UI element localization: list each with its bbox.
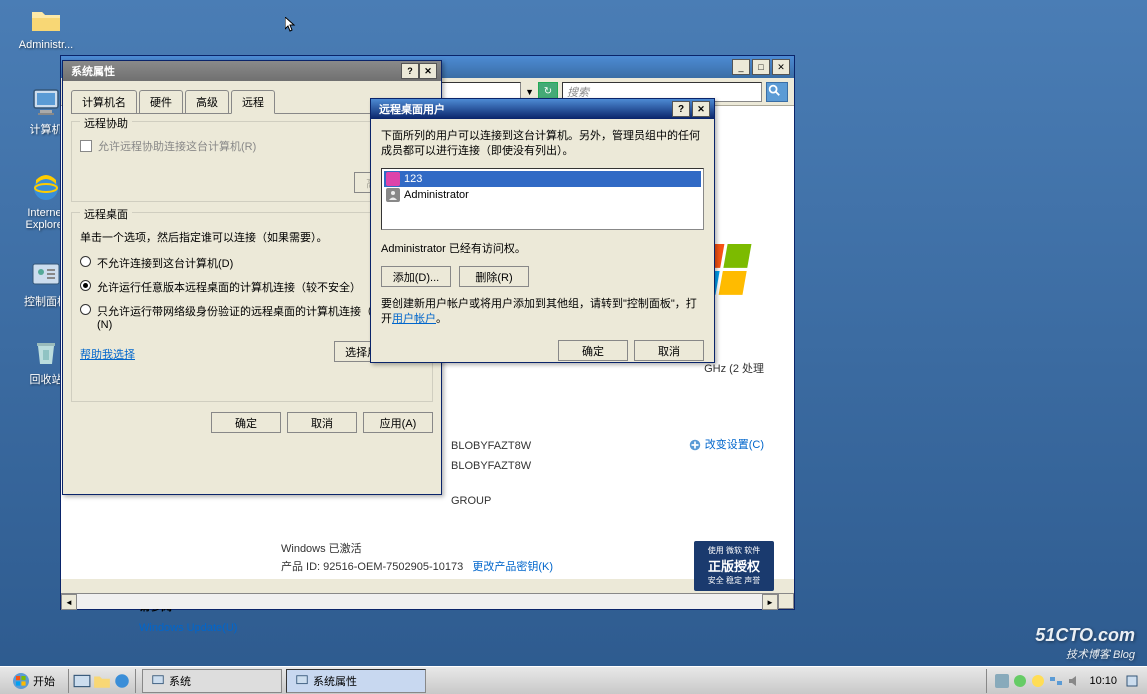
tray-icon[interactable] (1031, 674, 1045, 688)
users-listbox[interactable]: 123 Administrator (381, 168, 704, 230)
checkbox-icon (80, 140, 92, 152)
computer-icon (295, 674, 309, 688)
search-button[interactable] (766, 82, 788, 102)
remove-button[interactable]: 删除(R) (459, 266, 529, 287)
windows-logo-icon (13, 673, 29, 689)
computer-icon (151, 674, 165, 688)
help-button[interactable]: ? (672, 101, 690, 117)
watermark: 51CTO.com 技术博客 Blog (1035, 625, 1135, 662)
tab-hardware[interactable]: 硬件 (139, 90, 183, 113)
recycle-icon (30, 336, 62, 368)
product-id: 产品 ID: 92516-OEM-7502905-10173 更改产品密钥(K) (281, 558, 553, 574)
tray-icon[interactable] (1013, 674, 1027, 688)
sysprops-titlebar[interactable]: 系统属性 ? ✕ (63, 61, 441, 81)
dialog-buttons: 确定 取消 应用(A) (71, 412, 433, 433)
ok-button[interactable]: 确定 (211, 412, 281, 433)
apply-button[interactable]: 应用(A) (363, 412, 433, 433)
user-icon (386, 188, 400, 202)
tab-computer-name[interactable]: 计算机名 (71, 90, 137, 113)
clock[interactable]: 10:10 (1085, 675, 1121, 687)
tray-icon[interactable] (995, 674, 1009, 688)
cancel-button[interactable]: 取消 (287, 412, 357, 433)
user-accounts-link[interactable]: 用户帐户 (392, 313, 436, 325)
list-item[interactable]: 123 (384, 171, 701, 187)
folder-icon (30, 4, 62, 36)
create-user-note: 要创建新用户帐户或将用户添加到其他组，请转到"控制面板"，打开用户帐户。 (381, 297, 704, 328)
show-desktop-icon[interactable] (73, 672, 91, 690)
genuine-badge: 使用 微软 软件 正版授权 安全 稳定 声誉 (694, 541, 774, 591)
icon-label: Administr... (16, 39, 76, 51)
ie-icon[interactable] (113, 672, 131, 690)
dialog-title: 远程桌面用户 (375, 101, 672, 117)
computer-icon (30, 86, 62, 118)
cursor-icon (285, 17, 297, 33)
user-icon (386, 172, 400, 186)
close-button[interactable]: ✕ (772, 59, 790, 75)
network-icon[interactable] (1049, 674, 1063, 688)
access-status: Administrator 已经有访问权。 (381, 240, 704, 256)
list-item[interactable]: Administrator (384, 187, 701, 203)
close-button[interactable]: ✕ (419, 63, 437, 79)
minimize-button[interactable]: _ (732, 59, 750, 75)
taskbar-item-system[interactable]: 系统 (142, 669, 282, 693)
scroll-track[interactable] (77, 594, 762, 609)
group-title: 远程协助 (80, 115, 132, 131)
add-button[interactable]: 添加(D)... (381, 266, 451, 287)
ok-button[interactable]: 确定 (558, 340, 628, 361)
change-settings-link[interactable]: 改变设置(C) (688, 436, 764, 452)
radio-icon (80, 256, 91, 267)
desktop-icon-admin[interactable]: Administr... (16, 4, 76, 51)
system-tray: 10:10 (986, 669, 1147, 693)
workgroup: GROUP (451, 495, 491, 507)
scroll-left-button[interactable]: ◄ (61, 594, 77, 610)
help-choose-link[interactable]: 帮助我选择 (80, 346, 135, 362)
ie-icon (30, 172, 62, 204)
tab-advanced[interactable]: 高级 (185, 90, 229, 113)
quick-launch (68, 669, 136, 693)
maximize-button[interactable]: □ (752, 59, 770, 75)
scrollbar-horizontal[interactable]: ◄ ► (61, 593, 778, 609)
radio-icon (80, 280, 91, 291)
control-panel-icon (30, 258, 62, 290)
taskbar-item-sysprops[interactable]: 系统属性 (286, 669, 426, 693)
change-product-key-link[interactable]: 更改产品密钥(K) (472, 561, 553, 573)
activation-status: Windows 已激活 (281, 540, 362, 556)
start-button[interactable]: 开始 (2, 669, 66, 693)
tab-remote[interactable]: 远程 (231, 90, 275, 114)
volume-icon[interactable] (1067, 674, 1081, 688)
close-button[interactable]: ✕ (692, 101, 710, 117)
explorer-icon[interactable] (93, 672, 111, 690)
full-computer-name: BLOBYFAZT8W (451, 460, 531, 472)
radio-icon (80, 304, 91, 315)
tray-icon[interactable] (1125, 674, 1139, 688)
windows-update-link[interactable]: Windows Update(U) (139, 622, 237, 634)
resize-grip[interactable] (778, 593, 794, 609)
group-title: 远程桌面 (80, 206, 132, 222)
help-button[interactable]: ? (401, 63, 419, 79)
remote-users-titlebar[interactable]: 远程桌面用户 ? ✕ (371, 99, 714, 119)
dropdown-icon[interactable]: ▼ (525, 87, 534, 97)
scroll-right-button[interactable]: ► (762, 594, 778, 610)
dialog-description: 下面所列的用户可以连接到这台计算机。另外，管理员组中的任何成员都可以进行连接（即… (381, 129, 704, 160)
taskbar: 开始 系统 系统属性 10:10 (0, 666, 1147, 694)
cancel-button[interactable]: 取消 (634, 340, 704, 361)
remote-users-dialog: 远程桌面用户 ? ✕ 下面所列的用户可以连接到这台计算机。另外，管理员组中的任何… (370, 98, 715, 363)
dialog-title: 系统属性 (67, 63, 401, 79)
computer-name: BLOBYFAZT8W (451, 440, 531, 452)
